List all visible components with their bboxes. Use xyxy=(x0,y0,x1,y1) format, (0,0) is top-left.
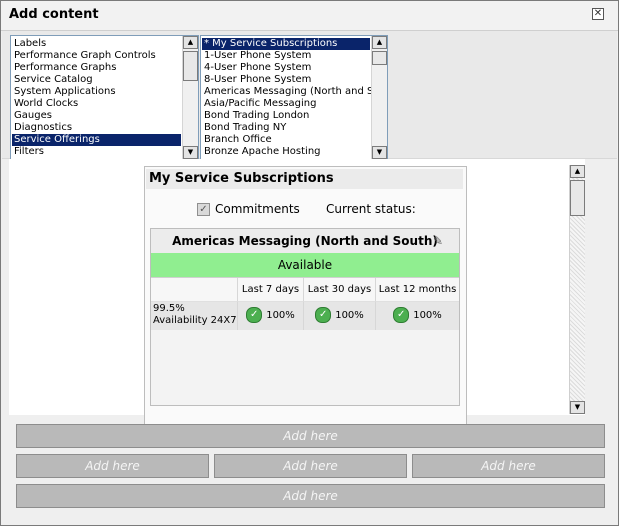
pencil-icon[interactable]: ✎ xyxy=(433,234,443,248)
metric-value: 100% xyxy=(266,310,295,321)
column-header: Last 12 months xyxy=(376,278,459,302)
category-item[interactable]: Gauges xyxy=(12,110,181,122)
scroll-down-icon[interactable]: ▼ xyxy=(183,146,198,159)
current-status-label: Current status: xyxy=(326,202,416,216)
scroll-thumb[interactable] xyxy=(183,51,198,81)
category-item[interactable]: System Applications xyxy=(12,86,181,98)
add-here-label: Add here xyxy=(481,459,536,473)
commitments-checkbox[interactable]: ✓ xyxy=(197,203,210,216)
column-header: Last 7 days xyxy=(238,278,304,302)
category-list[interactable]: Labels Performance Graph Controls Performa… xyxy=(10,35,199,160)
check-circle-icon: ✓ xyxy=(246,307,263,323)
offering-list-scrollbar[interactable]: ▲ ▼ xyxy=(371,36,387,159)
category-item[interactable]: Labels xyxy=(12,38,181,50)
column-header: Last 30 days xyxy=(304,278,376,302)
widget-title: My Service Subscriptions xyxy=(146,169,463,189)
category-item[interactable]: Performance Graph Controls xyxy=(12,50,181,62)
scroll-up-icon[interactable]: ▲ xyxy=(570,165,585,178)
metric-value: 100% xyxy=(413,310,442,321)
category-item[interactable]: Service Offerings xyxy=(12,134,181,146)
service-name: Americas Messaging (North and South) xyxy=(151,229,459,253)
add-here-label: Add here xyxy=(283,429,338,443)
metric-name: Availability 24X7 xyxy=(153,315,237,326)
category-item[interactable]: Filters xyxy=(12,146,181,158)
scroll-down-icon[interactable]: ▼ xyxy=(372,146,387,159)
close-icon[interactable]: ✕ xyxy=(592,8,604,20)
metric-cell: 99.5% Availability 24X7 xyxy=(151,302,238,330)
add-content-dialog: Add content ✕ Labels Performance Graph Co… xyxy=(0,0,619,526)
offering-item[interactable]: 4-User Phone System xyxy=(202,62,370,74)
offering-item[interactable]: * My Service Subscriptions xyxy=(202,38,370,50)
metric-value: 100% xyxy=(335,310,364,321)
dialog-titlebar: Add content ✕ xyxy=(1,1,618,31)
metric-label: 99.5% Availability 24X7 xyxy=(153,303,237,327)
content-selector-panel: Labels Performance Graph Controls Performa… xyxy=(2,31,617,160)
offering-item[interactable]: Bronze Apache Hosting xyxy=(202,146,370,158)
offering-item[interactable]: Americas Messaging (North and South) xyxy=(202,86,387,98)
check-circle-icon: ✓ xyxy=(315,307,332,323)
scroll-up-icon[interactable]: ▲ xyxy=(372,36,387,49)
category-item[interactable]: World Clocks xyxy=(12,98,181,110)
check-circle-icon: ✓ xyxy=(393,307,410,323)
category-item[interactable]: Diagnostics xyxy=(12,122,181,134)
scroll-thumb[interactable] xyxy=(570,180,585,216)
add-here-label: Add here xyxy=(283,459,338,473)
offering-item[interactable]: 1-User Phone System xyxy=(202,50,370,62)
add-here-label: Add here xyxy=(283,489,338,503)
metric-value-cell: ✓ 100% xyxy=(304,302,376,330)
offering-item[interactable]: 8-User Phone System xyxy=(202,74,370,86)
service-card: Americas Messaging (North and South) ✎ A… xyxy=(150,228,460,406)
add-here-drop-zone[interactable]: Add here xyxy=(16,454,209,478)
add-here-drop-zone[interactable]: Add here xyxy=(214,454,407,478)
dialog-title: Add content xyxy=(9,7,99,22)
preview-scrollbar[interactable]: ▲ ▼ xyxy=(569,165,585,414)
empty-header-cell xyxy=(151,278,238,302)
service-subscriptions-widget: My Service Subscriptions ✓ Commitments C… xyxy=(144,166,467,428)
add-here-drop-zone[interactable]: Add here xyxy=(412,454,605,478)
offering-item[interactable]: Asia/Pacific Messaging xyxy=(202,98,370,110)
metric-value-cell: ✓ 100% xyxy=(238,302,304,330)
category-item[interactable]: Performance Graphs xyxy=(12,62,181,74)
metric-percent: 99.5% xyxy=(153,303,185,314)
scroll-up-icon[interactable]: ▲ xyxy=(183,36,198,49)
offering-item[interactable]: Bond Trading NY xyxy=(202,122,370,134)
offering-item[interactable]: Bond Trading London xyxy=(202,110,370,122)
commitments-label: Commitments xyxy=(215,202,300,216)
metric-value-cell: ✓ 100% xyxy=(376,302,459,330)
add-here-drop-zone[interactable]: Add here xyxy=(16,424,605,448)
category-item[interactable]: Service Catalog xyxy=(12,74,181,86)
category-list-scrollbar[interactable]: ▲ ▼ xyxy=(182,36,198,159)
availability-table: Last 7 days Last 30 days Last 12 months … xyxy=(151,277,459,332)
scroll-thumb[interactable] xyxy=(372,51,387,65)
add-here-label: Add here xyxy=(85,459,140,473)
add-here-drop-zone[interactable]: Add here xyxy=(16,484,605,508)
offering-item[interactable]: Branch Office xyxy=(202,134,370,146)
scroll-down-icon[interactable]: ▼ xyxy=(570,401,585,414)
service-card-empty-area xyxy=(151,331,459,405)
offering-list[interactable]: * My Service Subscriptions 1-User Phone S… xyxy=(200,35,388,160)
availability-status: Available xyxy=(151,253,459,277)
